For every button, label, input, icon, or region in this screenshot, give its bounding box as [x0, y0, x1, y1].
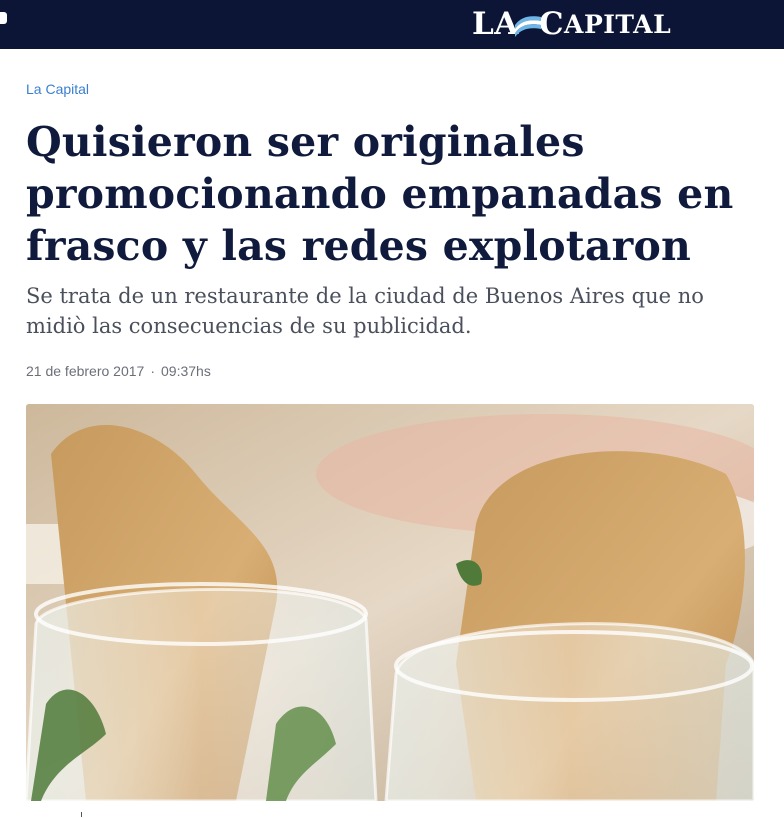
article-subtitle: Se trata de un restaurante de la ciudad … — [26, 284, 704, 338]
article-meta: 21 de febrero 2017 · 09:37hs — [26, 363, 211, 379]
argentina-flag-icon — [513, 11, 543, 37]
top-navigation-bar: LA C APITAL — [0, 0, 784, 49]
article-headline: Quisieron ser originales promocionando e… — [26, 118, 734, 270]
logo-capital-rest: APITAL — [564, 9, 672, 39]
publish-date: 21 de febrero 2017 — [26, 363, 145, 379]
menu-icon[interactable] — [0, 12, 7, 24]
meta-separator: · — [150, 363, 155, 379]
publish-time: 09:37hs — [161, 363, 211, 379]
logo-la-text: LA — [472, 6, 519, 42]
scroll-indicator — [81, 812, 82, 817]
article-hero-image[interactable] — [26, 404, 754, 801]
empanadas-in-jars-photo — [26, 404, 754, 801]
site-logo[interactable]: LA C APITAL — [472, 4, 671, 44]
section-link[interactable]: La Capital — [26, 81, 89, 97]
